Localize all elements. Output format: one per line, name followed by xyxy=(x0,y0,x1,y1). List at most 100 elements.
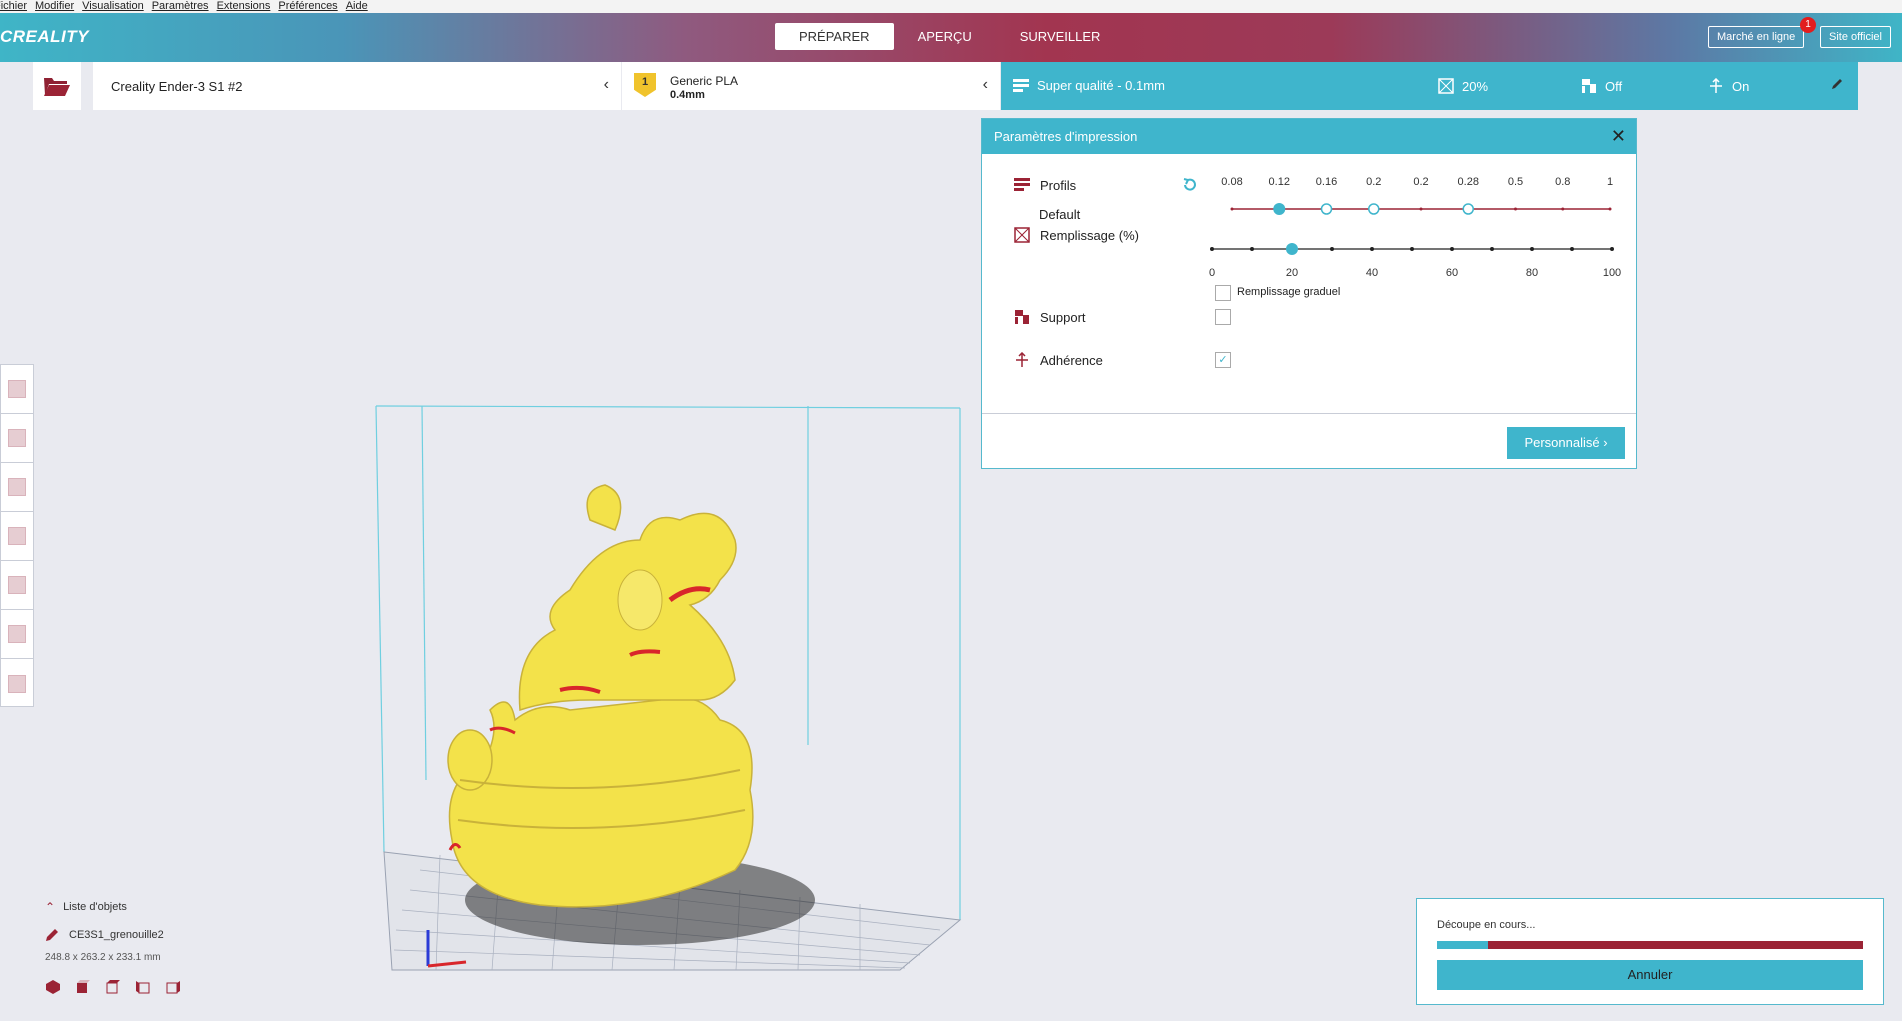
menu-extensions[interactable]: Extensions xyxy=(217,0,271,13)
object-row[interactable]: CE3S1_grenouille2 xyxy=(45,928,181,942)
profile-slider-stop[interactable] xyxy=(1230,207,1234,211)
cut-icon xyxy=(8,674,26,693)
front-view-icon[interactable] xyxy=(75,979,91,995)
support-blocker-icon xyxy=(8,625,26,643)
view-buttons xyxy=(45,979,181,995)
per-model-settings-tool[interactable] xyxy=(1,561,33,610)
tab-preview[interactable]: APERÇU xyxy=(894,23,996,50)
object-list-label: Liste d'objets xyxy=(63,901,127,913)
scale-tool[interactable] xyxy=(1,414,33,463)
object-name: CE3S1_grenouille2 xyxy=(69,929,164,941)
infill-tick-label: 100 xyxy=(1602,267,1622,279)
profile-slider-stop[interactable] xyxy=(1514,207,1517,211)
profile-slider-stop[interactable] xyxy=(1608,207,1612,211)
printer-name: Creality Ender-3 S1 #2 xyxy=(111,78,243,94)
profiles-row: Profils xyxy=(1014,177,1076,193)
left-view-icon[interactable] xyxy=(135,979,151,995)
infill-slider-stop[interactable] xyxy=(1570,247,1574,251)
material-selector[interactable]: 1 Generic PLA 0.4mm ‹ xyxy=(622,62,1000,110)
3d-view-icon[interactable] xyxy=(45,979,61,995)
profile-tick-label: 0.5 xyxy=(1507,176,1524,188)
tab-monitor[interactable]: SURVEILLER xyxy=(996,23,1125,50)
profile-tick-label: 1 xyxy=(1606,176,1614,188)
rotate-tool[interactable] xyxy=(1,463,33,512)
infill-slider-stop[interactable] xyxy=(1410,247,1414,251)
menu-edit[interactable]: Modifier xyxy=(35,0,74,13)
profile-tick-label: 0.8 xyxy=(1555,176,1571,188)
adhesion-value: On xyxy=(1732,78,1750,94)
infill-slider-stop[interactable] xyxy=(1250,247,1254,251)
frog-model[interactable] xyxy=(447,484,815,945)
infill-tick-label: 80 xyxy=(1525,267,1539,279)
right-view-icon[interactable] xyxy=(165,979,181,995)
profile-slider-stop[interactable] xyxy=(1368,203,1380,215)
open-file-button[interactable] xyxy=(33,62,81,110)
quality-label: Super qualité - 0.1mm xyxy=(1037,78,1165,93)
infill-icon xyxy=(1438,78,1454,94)
infill-slider-stop[interactable] xyxy=(1370,247,1374,251)
support-label: Support xyxy=(1040,309,1086,325)
pencil-icon[interactable] xyxy=(1831,78,1843,90)
infill-slider-stop[interactable] xyxy=(1210,247,1214,251)
gradual-infill-checkbox[interactable] xyxy=(1215,285,1231,301)
print-settings-bar[interactable]: Super qualité - 0.1mm 20% Off On xyxy=(1001,62,1858,110)
infill-slider[interactable] xyxy=(1207,239,1617,269)
adhesion-checkbox[interactable]: ✓ xyxy=(1215,352,1231,368)
printer-selector[interactable]: Creality Ender-3 S1 #2 ‹ xyxy=(93,62,621,110)
gradual-infill-label: Remplissage graduel xyxy=(1237,286,1341,298)
menu-settings[interactable]: Paramètres xyxy=(152,0,209,13)
profile-slider-handle[interactable] xyxy=(1273,203,1286,215)
tab-prepare[interactable]: PRÉPARER xyxy=(775,23,894,50)
custom-button-label: Personnalisé xyxy=(1524,435,1600,450)
move-tool[interactable] xyxy=(1,365,33,414)
cancel-slicing-button[interactable]: Annuler xyxy=(1437,960,1863,990)
cut-tool[interactable] xyxy=(1,659,33,708)
panel-header: Paramètres d'impression ✕ xyxy=(982,119,1636,154)
mirror-tool[interactable] xyxy=(1,512,33,561)
menubar: Fichier Modifier Visualisation Paramètre… xyxy=(0,0,1902,13)
infill-icon xyxy=(1014,227,1030,243)
build-volume-viewport[interactable] xyxy=(340,400,980,1000)
profile-slider[interactable] xyxy=(1222,199,1622,219)
infill-slider-stop[interactable] xyxy=(1530,247,1534,251)
profile-slider-stop[interactable] xyxy=(1419,207,1423,211)
marketplace-button[interactable]: Marché en ligne xyxy=(1708,26,1805,48)
profile-slider-stop[interactable] xyxy=(1320,203,1333,215)
menu-view[interactable]: Visualisation xyxy=(82,0,144,13)
print-settings-panel: Paramètres d'impression ✕ Profils Defaul… xyxy=(981,118,1637,469)
menu-preferences[interactable]: Préférences xyxy=(278,0,337,13)
adhesion-row: Adhérence xyxy=(1014,352,1103,368)
support-blocker-tool[interactable] xyxy=(1,610,33,659)
support-checkbox[interactable] xyxy=(1215,309,1231,325)
chevron-right-icon: › xyxy=(1603,435,1608,450)
infill-slider-stop[interactable] xyxy=(1330,247,1334,251)
adhesion-label: Adhérence xyxy=(1040,352,1103,368)
infill-slider-stop[interactable] xyxy=(1490,247,1494,251)
infill-slider-stop[interactable] xyxy=(1610,247,1614,251)
scale-icon xyxy=(8,429,26,447)
close-icon[interactable]: ✕ xyxy=(1611,119,1626,154)
profile-tick-label: 0.28 xyxy=(1457,176,1479,188)
infill-slider-handle[interactable] xyxy=(1286,243,1298,255)
material-name: Generic PLA xyxy=(670,74,739,88)
infill-tick-label: 20 xyxy=(1285,267,1299,279)
official-site-button[interactable]: Site officiel xyxy=(1820,26,1891,48)
pencil-icon[interactable] xyxy=(45,928,59,942)
app-header: CREALITY PRÉPARER APERÇU SURVEILLER Marc… xyxy=(0,13,1902,62)
profile-slider-stop[interactable] xyxy=(1561,207,1565,211)
infill-tick-label: 60 xyxy=(1445,267,1459,279)
profile-slider-stop[interactable] xyxy=(1462,203,1474,215)
folder-open-icon xyxy=(44,78,70,96)
reset-icon[interactable] xyxy=(1182,177,1198,193)
extruder-icon: 1 xyxy=(634,73,656,97)
adhesion-icon xyxy=(1710,78,1722,93)
custom-settings-button[interactable]: Personnalisé › xyxy=(1507,427,1625,459)
top-view-icon[interactable] xyxy=(105,979,121,995)
infill-slider-stop[interactable] xyxy=(1450,247,1454,251)
profile-tick-label: 0.12 xyxy=(1268,176,1290,188)
slicing-status: Découpe en cours... xyxy=(1437,919,1536,931)
object-list-toggle[interactable]: ⌃ Liste d'objets xyxy=(45,900,181,914)
menu-file[interactable]: Fichier xyxy=(0,0,27,13)
support-row: Support xyxy=(1014,309,1086,325)
menu-help[interactable]: Aide xyxy=(346,0,368,13)
